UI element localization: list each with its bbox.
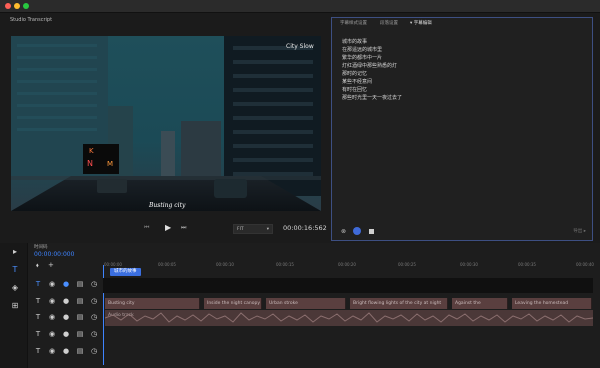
zoom-select[interactable]: FIT ▾	[233, 224, 273, 234]
record-icon[interactable]	[353, 227, 361, 235]
text-tool-icon[interactable]: T	[10, 265, 20, 275]
track-row: T ◉ ● ▤ ◷ Busting city Inside the night …	[28, 293, 600, 310]
export-button[interactable]: 导出 ▸	[573, 228, 586, 234]
lock-icon[interactable]: ●	[62, 280, 70, 288]
timeline: 时间码 00:00:00:000 ⬧ + 00:00:00 00:00:05 0…	[28, 243, 600, 368]
tab-paragraph[interactable]: 段落设置	[380, 20, 398, 26]
ruler-tick: 00:00:25	[398, 262, 416, 267]
lock-icon[interactable]: ●	[62, 297, 70, 305]
text-track-icon: T	[35, 330, 41, 338]
subtitle-clip[interactable]: Against the	[452, 298, 508, 309]
sign-letter: N	[87, 159, 93, 168]
sign-letter: M	[107, 160, 113, 168]
minimize-window-button[interactable]	[14, 3, 20, 9]
track-row: T ◉ ● ▤ ◷	[28, 276, 600, 293]
subtitle-clip[interactable]: Urban stroke	[266, 298, 346, 309]
clock-icon[interactable]: ◷	[90, 280, 98, 288]
track-row: T ◉ ● ▤ ◷	[28, 326, 600, 343]
previous-frame-icon[interactable]: ⏮	[144, 224, 149, 232]
settings-icon[interactable]: ▤	[76, 330, 84, 338]
visibility-icon[interactable]: ◉	[48, 297, 56, 305]
chevron-down-icon: ▾	[266, 227, 269, 232]
title-bar	[0, 0, 600, 13]
select-tool-icon[interactable]: ▸	[10, 247, 20, 257]
video-frame: K N M City Slow Busting city	[11, 36, 321, 211]
stop-icon[interactable]	[369, 229, 374, 234]
lock-icon[interactable]: ●	[62, 313, 70, 321]
panel-footer: ⊗ 导出 ▸	[332, 224, 592, 240]
lock-icon[interactable]: ●	[62, 347, 70, 355]
active-subtitle-track[interactable]	[103, 278, 593, 293]
timeline-timecode: 00:00:00:000	[34, 251, 75, 258]
settings-icon[interactable]: ▤	[76, 297, 84, 305]
video-watermark: City Slow	[286, 43, 314, 50]
visibility-icon[interactable]: ◉	[48, 280, 56, 288]
subtitle-clip[interactable]: Inside the night canopy	[204, 298, 262, 309]
subtitle-line: 繁华的都市中一片	[342, 55, 383, 61]
settings-icon[interactable]: ▤	[76, 347, 84, 355]
subtitle-text-editor[interactable]: 城市的故事 在那遥远的城市里 繁华的都市中一片 灯红酒绿中那些熟悉的灯 那时的记…	[342, 38, 402, 102]
subtitle-clip[interactable]: Busting city	[105, 298, 200, 309]
subtitle-line: 城市的故事	[342, 39, 368, 45]
subtitle-line: 灯红酒绿中那些熟悉的灯	[342, 63, 398, 69]
subtitle-clip[interactable]: Leaving the homestead	[512, 298, 592, 309]
playback-timecode: 00:00:16:562	[283, 224, 327, 232]
track-row: T ◉ ● ▤ ◷ Audio track	[28, 309, 600, 326]
video-subtitle: Busting city	[148, 202, 186, 209]
link-icon[interactable]: ⊗	[341, 228, 346, 235]
layout-tool-icon[interactable]: ⊞	[10, 301, 20, 311]
clock-icon[interactable]: ◷	[90, 347, 98, 355]
close-window-button[interactable]	[5, 3, 11, 9]
visibility-icon[interactable]: ◉	[48, 347, 56, 355]
timecode-label: 时间码	[34, 245, 48, 250]
ruler-tick: 00:00:10	[216, 262, 234, 267]
ruler-tick: 00:00:05	[158, 262, 176, 267]
subtitle-line: 某些不经意间	[342, 79, 373, 85]
add-marker-icon[interactable]: +	[48, 261, 54, 269]
subtitle-panel: 字幕样式设置 段落设置 ▾ 字幕编辑 城市的故事 在那遥远的城市里 繁华的都市中…	[331, 17, 593, 241]
subtitle-line: 有时在回忆	[342, 87, 368, 93]
tab-subtitle-edit[interactable]: ▾ 字幕编辑	[410, 20, 432, 26]
tool-sidebar: ▸ T ◈ ⊞	[0, 243, 28, 368]
next-frame-icon[interactable]: ⏭	[181, 224, 186, 232]
video-preview[interactable]: K N M City Slow Busting city	[11, 36, 321, 211]
subtitle-line: 那时的记忆	[342, 71, 368, 77]
marker-icon[interactable]: ⬧	[36, 262, 39, 270]
visibility-icon[interactable]: ◉	[48, 330, 56, 338]
ruler-tick: 00:00:15	[276, 262, 294, 267]
ruler-tick: 00:00:35	[518, 262, 536, 267]
tab-style[interactable]: 字幕样式设置	[340, 20, 367, 26]
text-track-icon: T	[35, 347, 41, 355]
document-tab[interactable]: Studio Transcript	[10, 17, 52, 23]
sign-letter: K	[89, 147, 94, 155]
ruler-tick: 00:00:20	[338, 262, 356, 267]
settings-icon[interactable]: ▤	[76, 280, 84, 288]
playhead-label[interactable]: 城市的故事	[110, 268, 141, 276]
settings-icon[interactable]: ▤	[76, 313, 84, 321]
zoom-value: FIT	[237, 227, 244, 232]
subtitle-line: 在那遥远的城市里	[342, 47, 383, 53]
zoom-window-button[interactable]	[23, 3, 29, 9]
ruler-tick: 00:00:30	[460, 262, 478, 267]
playback-controls: ⏮ ▶ ⏭ FIT ▾ 00:00:16:562	[11, 220, 327, 238]
subtitle-clip[interactable]: Bright flowing lights of the city at nig…	[350, 298, 448, 309]
eraser-tool-icon[interactable]: ◈	[10, 283, 20, 293]
ruler-tick: 00:00:40	[576, 262, 594, 267]
audio-track[interactable]: Audio track	[105, 310, 593, 326]
track-row: T ◉ ● ▤ ◷	[28, 343, 600, 360]
visibility-icon[interactable]: ◉	[48, 313, 56, 321]
clock-icon[interactable]: ◷	[90, 297, 98, 305]
play-icon[interactable]: ▶	[165, 223, 171, 232]
text-track-icon: T	[35, 280, 41, 288]
audio-waveform	[105, 312, 593, 323]
clock-icon[interactable]: ◷	[90, 313, 98, 321]
lock-icon[interactable]: ●	[62, 330, 70, 338]
panel-tabs: 字幕样式设置 段落设置 ▾ 字幕编辑	[332, 18, 592, 28]
ruler-tick: 00:00:00	[104, 262, 122, 267]
text-track-icon: T	[35, 313, 41, 321]
text-track-icon: T	[35, 297, 41, 305]
subtitle-line: 那些时光里一天一夜过去了	[342, 95, 403, 101]
clock-icon[interactable]: ◷	[90, 330, 98, 338]
